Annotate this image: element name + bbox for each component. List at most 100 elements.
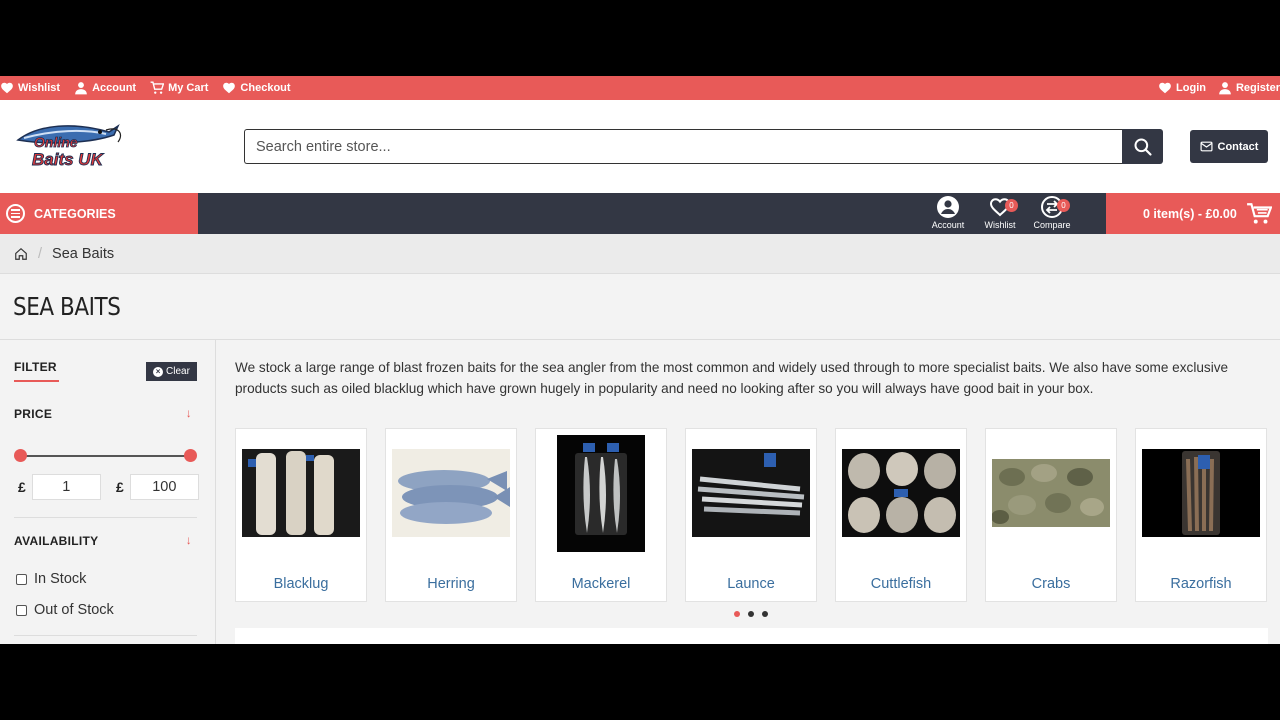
product-card-launce[interactable]: Launce [685, 428, 817, 602]
product-image [392, 449, 510, 537]
price-min-handle[interactable] [14, 449, 27, 462]
out-of-stock-label: Out of Stock [34, 602, 114, 618]
product-card-herring[interactable]: Herring [385, 428, 517, 602]
search-icon [1134, 138, 1152, 156]
product-name[interactable]: Blacklug [236, 576, 366, 592]
top-link-checkout[interactable]: Checkout [222, 81, 291, 95]
search-bar [244, 129, 1163, 164]
breadcrumb-current: Sea Baits [52, 245, 115, 262]
currency-symbol: £ [18, 479, 26, 495]
top-link-label: Login [1176, 82, 1206, 94]
top-link-account[interactable]: Account [74, 81, 136, 95]
nav-wishlist-label: Wishlist [984, 220, 1016, 230]
filter-title: FILTER [14, 360, 59, 382]
divider [14, 517, 197, 518]
product-image [242, 449, 360, 537]
top-link-wishlist[interactable]: Wishlist [0, 81, 60, 95]
top-link-label: Wishlist [18, 82, 61, 94]
product-card-blacklug[interactable]: Blacklug [235, 428, 367, 602]
checkbox[interactable] [16, 573, 27, 585]
content-area: FILTER × Clear PRICE ↓ £ £ [0, 340, 1280, 644]
close-icon: × [153, 366, 164, 377]
categories-button[interactable]: CATEGORIES [0, 193, 198, 234]
arrow-down-icon: ↓ [185, 533, 192, 547]
nav-icons: Account 0 Wishlist 0 Compare [922, 195, 1078, 230]
product-name[interactable]: Crabs [986, 576, 1116, 592]
top-link-login[interactable]: Login [1158, 81, 1206, 95]
page-title: SEA BAITS [0, 274, 1280, 340]
product-name[interactable]: Razorfish [1136, 576, 1266, 592]
category-description: We stock a large range of blast frozen b… [235, 360, 1229, 396]
availability-section-toggle[interactable]: AVAILABILITY ↓ [14, 533, 192, 548]
breadcrumb: / Sea Baits [0, 234, 1280, 274]
top-bar: Wishlist Account My Cart Checkout Login [0, 76, 1280, 100]
nav-compare[interactable]: 0 Compare [1026, 195, 1078, 230]
price-min-row: £ [18, 474, 101, 500]
product-name[interactable]: Herring [386, 576, 516, 592]
product-name[interactable]: Launce [686, 576, 816, 592]
product-name[interactable]: Cuttlefish [836, 576, 966, 592]
price-section-label: PRICE [14, 407, 53, 421]
nav-wishlist[interactable]: 0 Wishlist [974, 195, 1026, 230]
home-icon[interactable] [14, 247, 28, 261]
top-link-cart[interactable]: My Cart [150, 81, 208, 95]
top-link-label: Account [92, 82, 137, 94]
arrow-down-icon: ↓ [185, 406, 192, 420]
wishlist-count-badge: 0 [1005, 199, 1018, 212]
user-icon [1219, 82, 1231, 95]
price-max-row: £ [116, 474, 199, 500]
cart-icon [150, 81, 165, 94]
nav-compare-label: Compare [1033, 220, 1071, 230]
site-logo[interactable]: Online Baits UK [14, 120, 154, 174]
contact-button[interactable]: Contact [1190, 130, 1268, 163]
price-section-toggle[interactable]: PRICE ↓ [14, 406, 192, 421]
clear-filter-button[interactable]: × Clear [146, 362, 197, 381]
carousel-dot[interactable] [748, 611, 754, 617]
nav-account[interactable]: Account [922, 195, 974, 230]
heart-icon [1, 82, 13, 94]
product-image [842, 449, 960, 537]
menu-icon [6, 204, 25, 223]
store-page: Wishlist Account My Cart Checkout Login [0, 76, 1280, 644]
main-nav: CATEGORIES Account 0 Wishlist 0 Compare … [0, 193, 1280, 234]
price-min-input[interactable] [31, 474, 101, 500]
top-link-label: Register [1235, 82, 1280, 94]
product-name[interactable]: Mackerel [536, 576, 666, 592]
search-input[interactable] [244, 129, 1122, 164]
product-card-mackerel[interactable]: Mackerel [535, 428, 667, 602]
logo-text-bottom: Baits UK [32, 150, 105, 169]
logo-text-top: Online [34, 134, 78, 150]
carousel-dot[interactable] [734, 611, 740, 617]
checkbox[interactable] [16, 604, 27, 616]
product-card-cuttlefish[interactable]: Cuttlefish [835, 428, 967, 602]
product-image [557, 435, 645, 552]
compare-count-badge: 0 [1057, 199, 1070, 212]
in-stock-checkbox[interactable]: In Stock [16, 571, 86, 587]
product-card-crabs[interactable]: Crabs [985, 428, 1117, 602]
cart-button[interactable]: 0 item(s) - £0.00 [1106, 193, 1280, 234]
clear-label: Clear [166, 366, 190, 377]
price-slider[interactable] [14, 449, 197, 462]
price-max-handle[interactable] [184, 449, 197, 462]
product-listing-panel [235, 628, 1268, 644]
availability-section-label: AVAILABILITY [14, 534, 99, 548]
product-image [1142, 449, 1260, 537]
top-link-register[interactable]: Register [1218, 81, 1280, 95]
user-icon [75, 82, 87, 95]
heart-icon [223, 82, 236, 94]
envelope-icon [1200, 141, 1213, 152]
site-header: Online Baits UK Contact [0, 100, 1280, 193]
subcategory-carousel: Blacklug Herring Mackerel Launce Cuttlef… [235, 428, 1267, 602]
search-button[interactable] [1122, 129, 1163, 164]
price-max-input[interactable] [129, 474, 199, 500]
product-card-razorfish[interactable]: Razorfish [1135, 428, 1267, 602]
carousel-dot[interactable] [762, 611, 768, 617]
contact-label: Contact [1217, 140, 1259, 153]
cart-summary: 0 item(s) - £0.00 [1143, 206, 1237, 221]
top-link-label: My Cart [168, 82, 209, 94]
account-icon [937, 196, 959, 218]
out-of-stock-checkbox[interactable]: Out of Stock [16, 602, 114, 618]
in-stock-label: In Stock [34, 571, 87, 587]
product-image [692, 449, 810, 537]
categories-label: CATEGORIES [34, 206, 116, 221]
